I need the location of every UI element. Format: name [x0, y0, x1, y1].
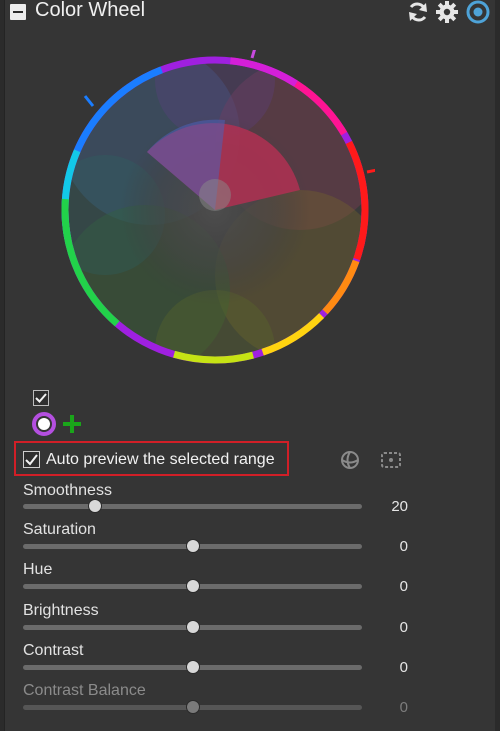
slider-thumb[interactable] [187, 580, 199, 592]
range-handle-right[interactable] [366, 168, 375, 174]
slider-thumb[interactable] [89, 500, 101, 512]
sphere-rotate-icon[interactable] [339, 449, 361, 471]
slider-thumb[interactable] [187, 661, 199, 673]
slider-track[interactable] [23, 504, 362, 509]
selection-frame-icon[interactable] [380, 449, 402, 471]
panel-title: Color Wheel [35, 0, 146, 21]
slider-label: Smoothness [23, 482, 112, 499]
panel-header: Color Wheel [0, 0, 500, 24]
wheel-checkbox[interactable] [33, 390, 49, 406]
slider-value: 20 [391, 498, 408, 515]
slider-thumb [187, 701, 199, 713]
slider-value: 0 [399, 699, 408, 716]
slider-thumb[interactable] [187, 621, 199, 633]
slider-value: 0 [399, 538, 408, 555]
slider-label: Brightness [23, 602, 99, 619]
range-handle-left[interactable] [83, 95, 95, 107]
refresh-icon[interactable] [406, 0, 430, 24]
target-icon[interactable] [466, 0, 490, 24]
slider-label: Hue [23, 561, 53, 578]
gear-icon[interactable] [435, 0, 459, 24]
auto-preview-label[interactable]: Auto preview the selected range [46, 451, 275, 469]
checkmark-icon [25, 454, 38, 466]
color-picker-icon[interactable] [31, 411, 57, 437]
color-wheel[interactable] [55, 50, 375, 370]
collapse-icon[interactable] [10, 4, 26, 20]
slider-label: Contrast [23, 642, 84, 659]
slider-label: Contrast Balance [23, 682, 146, 699]
checkmark-icon [35, 393, 47, 403]
add-icon[interactable] [60, 412, 84, 436]
slider-label: Saturation [23, 521, 96, 538]
slider-thumb[interactable] [187, 540, 199, 552]
slider-value: 0 [399, 659, 408, 676]
slider-value: 0 [399, 578, 408, 595]
range-handle-top[interactable] [250, 50, 256, 59]
slider-value: 0 [399, 619, 408, 636]
auto-preview-checkbox[interactable] [23, 451, 40, 468]
